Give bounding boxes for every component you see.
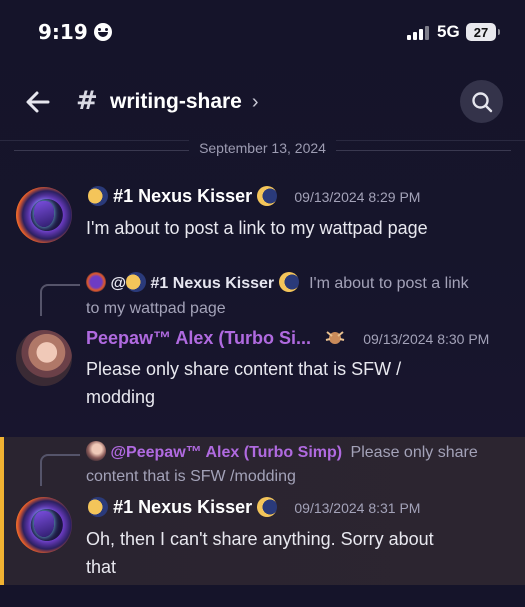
reply-mention-prefix: @ [110,275,127,292]
channel-header: # writing-share › [0,64,525,141]
date-divider-label: September 13, 2024 [189,140,336,156]
network-type: 5G [437,22,460,41]
message-timestamp: 09/13/2024 8:30 PM [363,331,490,347]
moon-emoji-icon [88,496,108,517]
avatar[interactable] [16,497,72,553]
reply-text-continued: content that is SFW /modding [86,468,296,485]
avatar[interactable] [16,330,72,386]
moon-emoji-icon [257,496,278,517]
reply-text-continued: to my wattpad page [86,300,226,317]
reply-preview[interactable]: @Peepaw™ Alex (Turbo Simp) Please only s… [86,440,478,464]
reply-text: I'm about to post a link [309,275,469,292]
status-time-text: 9:19 [38,20,88,44]
avatar[interactable] [16,187,72,243]
channel-name: writing-share [110,90,242,113]
reply-author: @Peepaw™ Alex (Turbo Simp) [110,444,343,461]
back-arrow-icon[interactable] [22,86,54,118]
message-text-continued: that [86,557,117,577]
channel-title[interactable]: writing-share › [110,90,259,114]
battery-icon: 27 [466,23,500,41]
message-timestamp: 09/13/2024 8:29 PM [294,189,421,205]
channel-hash-icon: # [76,86,98,116]
message-author[interactable]: Peepaw™ Alex (Turbo Si... [86,328,311,348]
date-divider: September 13, 2024 [14,140,511,156]
reply-preview[interactable]: @ #1 Nexus Kisser I'm about to post a li… [86,271,469,295]
message-text: Oh, then I can't share anything. Sorry a… [86,529,434,549]
message-timestamp: 09/13/2024 8:31 PM [294,500,421,516]
message-text: Please only share content that is SFW / [86,359,402,379]
bottom-area [0,585,525,607]
moon-emoji-icon [88,185,108,206]
reply-connector [40,284,80,316]
smiley-icon [93,23,112,41]
status-time: 9:19 [38,20,112,44]
signal-icon [407,26,429,40]
moon-emoji-icon [257,185,278,206]
message-author[interactable]: #1 Nexus Kisser [113,497,252,517]
reply-avatar [86,440,106,461]
chevron-right-icon: › [251,90,259,113]
reply-author: #1 Nexus Kisser [150,275,275,292]
search-icon [471,91,492,112]
message-author[interactable]: #1 Nexus Kisser [113,186,252,206]
message-text-continued: modding [86,387,156,407]
reply-avatar [86,271,106,292]
status-bar: 9:19 5G 27 [0,0,525,64]
search-button[interactable] [460,80,503,123]
reply-text: Please only share [350,444,478,461]
reply-connector [40,454,80,486]
role-badge-icon [324,328,346,348]
message-text: I'm about to post a link to my wattpad p… [86,218,428,238]
moon-emoji-icon [126,271,147,292]
moon-emoji-icon [278,271,299,292]
